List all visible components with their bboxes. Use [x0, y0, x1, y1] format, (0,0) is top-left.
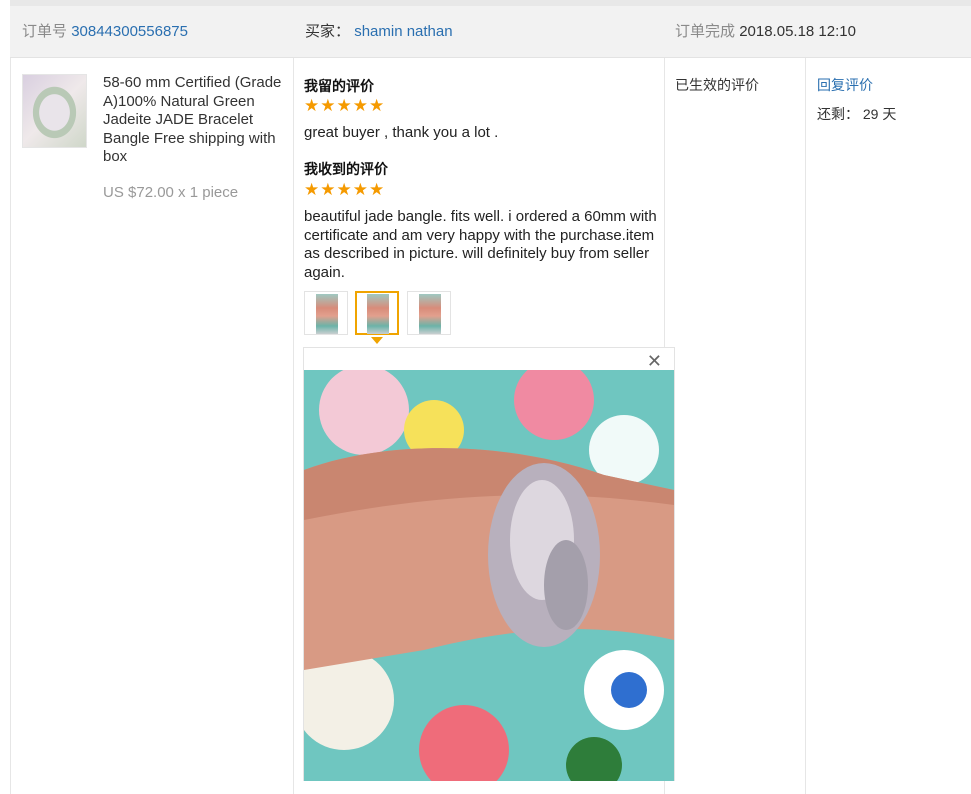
- my-review-text: great buyer , thank you a lot .: [304, 124, 499, 141]
- fabric-pattern: [611, 672, 647, 708]
- my-review-stars: ★★★★★: [304, 96, 386, 115]
- divider: [805, 58, 806, 794]
- received-review-text: beautiful jade bangle. fits well. i orde…: [304, 208, 657, 281]
- product-thumbnail[interactable]: [22, 74, 87, 148]
- buyer-cell: 买家： shamin nathan: [305, 6, 453, 57]
- order-number-cell: 订单号 30844300556875: [22, 6, 188, 57]
- remaining-label: 还剩：: [817, 106, 859, 122]
- received-review-heading: 我收到的评价: [304, 161, 388, 177]
- photo-viewer: ✕: [303, 347, 675, 781]
- order-header: 订单号 30844300556875 买家： shamin nathan 订单完…: [10, 6, 971, 58]
- close-icon[interactable]: ✕: [647, 350, 662, 372]
- divider: [10, 58, 11, 794]
- divider: [293, 58, 294, 794]
- completed-time: 2018.05.18 12:10: [739, 23, 856, 40]
- remaining-days: 29 天: [862, 106, 897, 122]
- photo-illustration: [304, 370, 674, 781]
- remaining-time: 还剩： 29 天: [817, 104, 896, 124]
- completed-label: 订单完成: [675, 23, 736, 40]
- order-number-label: 订单号: [22, 23, 68, 40]
- product-title[interactable]: 58-60 mm Certified (Grade A)100% Natural…: [103, 74, 289, 167]
- review-status: 已生效的评价: [675, 77, 759, 93]
- reply-review-link[interactable]: 回复评价: [817, 75, 873, 95]
- selected-photo-caret: [371, 337, 383, 344]
- review-photo-thumb-active[interactable]: [355, 291, 399, 335]
- order-number-link[interactable]: 30844300556875: [71, 23, 188, 40]
- photo-thumbnail-image: [419, 294, 441, 334]
- review-photo-large: [304, 370, 674, 781]
- review-photo-thumb[interactable]: [407, 291, 451, 335]
- received-review-stars: ★★★★★: [304, 180, 386, 199]
- jade-bangle-shadow: [544, 540, 588, 630]
- product-price: US $72.00 x 1 piece: [103, 184, 239, 201]
- completed-cell: 订单完成 2018.05.18 12:10: [675, 6, 856, 57]
- photo-thumbnail-image: [367, 294, 389, 334]
- my-review-heading: 我留的评价: [304, 78, 374, 94]
- review-photo-thumb[interactable]: [304, 291, 348, 335]
- buyer-label: 买家：: [305, 23, 351, 40]
- buyer-name-link[interactable]: shamin nathan: [354, 23, 452, 40]
- photo-thumbnail-image: [316, 294, 338, 334]
